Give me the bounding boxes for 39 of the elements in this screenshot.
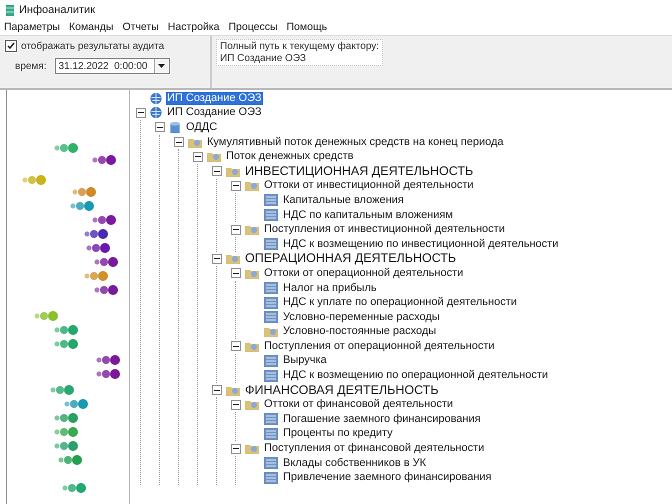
tree-item[interactable]: Поступления от инвестиционной деятельности: [263, 223, 506, 236]
tree-item[interactable]: Кумулятивный поток денежных средств на конец периода: [206, 136, 504, 149]
tree-item[interactable]: ФИНАНСОВАЯ ДЕЯТЕЛЬНОСТЬ: [244, 384, 440, 397]
menu-item[interactable]: Настройка: [168, 20, 220, 32]
tree-item[interactable]: НДС по капитальным вложениям: [282, 208, 454, 222]
menu-item[interactable]: Отчеты: [122, 20, 159, 32]
tree-item[interactable]: Проценты по кредиту: [282, 427, 394, 440]
tree-item[interactable]: НДС к возмещению по инвестиционной деятельности: [282, 238, 560, 251]
tree-item[interactable]: Условно-постоянные расходы: [282, 325, 438, 338]
tree-item[interactable]: Погашение заемного финансирования: [282, 412, 482, 426]
tree-item[interactable]: Поступления от финансовой деятельности: [263, 442, 486, 456]
menu-item[interactable]: Параметры: [4, 20, 60, 32]
tree-item[interactable]: ОПЕРАЦИОННАЯ ДЕЯТЕЛЬНОСТЬ: [244, 252, 458, 266]
menu-item[interactable]: Помощь: [286, 20, 328, 32]
tree-item[interactable]: Условно-переменные расходы: [282, 310, 441, 324]
tree-item[interactable]: Оттоки от финансовой деятельности: [263, 398, 454, 412]
tree-item[interactable]: ОДДС: [185, 120, 218, 134]
path-label: Полный путь к текущему фактору:: [220, 41, 380, 52]
tree-item[interactable]: Поступления от операционной деятельности: [263, 340, 496, 353]
tree-item[interactable]: Оттоки от операционной деятельности: [263, 266, 464, 280]
tree-item[interactable]: Привлечение заемного финансирования: [282, 471, 493, 484]
tree-item[interactable]: НДС к уплате по операционной деятельности: [282, 296, 518, 310]
checkbox-label: отображать результаты аудита: [21, 40, 164, 52]
tree-item[interactable]: Налог на прибыль: [282, 282, 378, 295]
tree-item[interactable]: НДС к возмещению по операционной деятельности: [282, 369, 550, 382]
path-value: ИП Создание ОЭЗ: [220, 53, 307, 64]
tree-item[interactable]: Вклады собственников в УК: [282, 456, 428, 470]
tree-item[interactable]: Оттоки от инвестиционной деятельности: [263, 179, 475, 192]
date-time-field[interactable]: 31.12.2022 0:00:00: [54, 58, 170, 74]
tree-item[interactable]: Капитальные вложения: [282, 194, 405, 207]
menu-item[interactable]: Процессы: [228, 20, 278, 32]
time-label: время:: [15, 60, 47, 72]
menu-item[interactable]: Команды: [68, 20, 114, 32]
tree-item[interactable]: ИП Создание ОЭЗ: [166, 106, 263, 120]
tree-item[interactable]: ИНВЕСТИЦИОННАЯ ДЕЯТЕЛЬНОСТЬ: [244, 164, 474, 178]
window-title: Инфоаналитик: [19, 4, 96, 16]
tree-item[interactable]: ИП Создание ОЭЗ: [166, 92, 263, 105]
tree-item[interactable]: Поток денежных средств: [225, 150, 354, 164]
tree-item[interactable]: Выручка: [282, 354, 328, 368]
